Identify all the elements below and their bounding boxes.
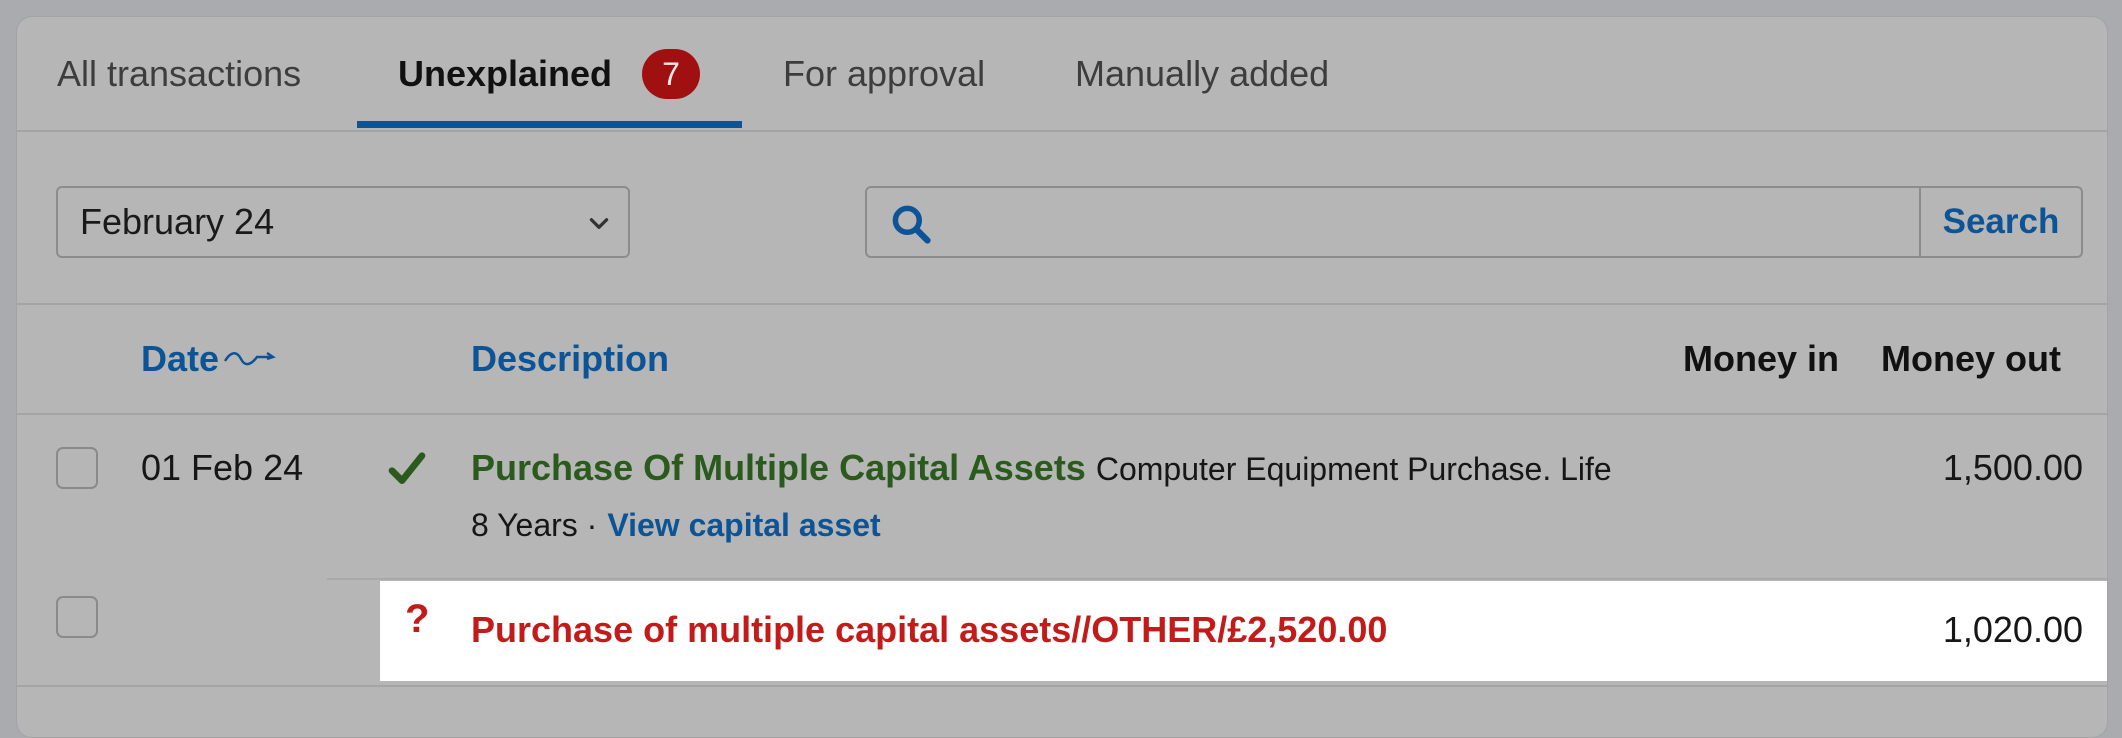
tab-label: Manually added bbox=[1075, 52, 1330, 94]
money-out-value: 1,020.00 bbox=[1942, 609, 2083, 650]
money-out-value: 1,500.00 bbox=[1942, 447, 2083, 488]
money-out-header-label: Money out bbox=[1881, 338, 2061, 379]
row-description: Purchase of multiple capital assets//OTH… bbox=[471, 609, 1387, 651]
tab-label: Unexplained bbox=[398, 52, 613, 94]
search-box: Search bbox=[865, 186, 2083, 258]
date-header-label: Date bbox=[141, 338, 220, 379]
filter-bar: February 24 Search bbox=[17, 132, 2107, 305]
table-header: Date Description Money in Money out bbox=[17, 305, 2107, 415]
sort-icon[interactable] bbox=[223, 345, 277, 369]
chevron-down-icon bbox=[589, 218, 609, 229]
tab-label: All transactions bbox=[57, 52, 302, 94]
question-icon: ? bbox=[405, 597, 430, 641]
date-column-header[interactable]: Date bbox=[141, 305, 219, 413]
search-input[interactable] bbox=[951, 188, 1885, 258]
transactions-panel: All transactions Unexplained 7 For appro… bbox=[16, 16, 2108, 738]
tab-bar: All transactions Unexplained 7 For appro… bbox=[17, 17, 2107, 132]
period-select[interactable]: February 24 bbox=[56, 186, 630, 258]
description-column-header[interactable]: Description bbox=[471, 305, 669, 413]
transaction-detail-cont: 8 Years · bbox=[471, 507, 598, 543]
search-icon bbox=[892, 205, 931, 244]
search-button[interactable]: Search bbox=[1919, 188, 2081, 256]
row-checkbox[interactable] bbox=[56, 596, 98, 638]
transaction-title-link[interactable]: Purchase of multiple capital assets//OTH… bbox=[471, 609, 1387, 650]
row-checkbox[interactable] bbox=[56, 447, 98, 489]
row-divider bbox=[327, 578, 2107, 580]
transaction-detail: Computer Equipment Purchase. Life bbox=[1095, 451, 1612, 487]
tab-manually-added[interactable]: Manually added bbox=[1075, 17, 1329, 130]
money-in-column-header: Money in bbox=[1683, 305, 1839, 413]
tab-label: For approval bbox=[783, 52, 986, 94]
row-date: 01 Feb 24 bbox=[141, 447, 304, 488]
period-select-value: February 24 bbox=[80, 201, 275, 242]
table-row[interactable]: 01 Feb 24 Purchase Of Multiple Capital A… bbox=[17, 415, 2107, 577]
check-icon bbox=[388, 452, 426, 484]
transaction-title-link[interactable]: Purchase Of Multiple Capital Assets bbox=[471, 447, 1086, 488]
tab-for-approval[interactable]: For approval bbox=[783, 17, 985, 130]
tab-all-transactions[interactable]: All transactions bbox=[57, 17, 301, 130]
view-capital-asset-link[interactable]: View capital asset bbox=[607, 507, 880, 543]
row-description-line2: 8 Years · View capital asset bbox=[471, 503, 881, 545]
tab-unexplained[interactable]: Unexplained 7 bbox=[398, 17, 701, 130]
description-header-label: Description bbox=[471, 338, 670, 379]
count-badge: 7 bbox=[642, 48, 701, 99]
row-divider bbox=[17, 685, 2107, 687]
money-in-header-label: Money in bbox=[1683, 338, 1840, 379]
active-tab-indicator bbox=[357, 121, 742, 128]
money-out-column-header: Money out bbox=[1881, 305, 2061, 413]
row-description: Purchase Of Multiple Capital Assets Comp… bbox=[471, 447, 1612, 489]
